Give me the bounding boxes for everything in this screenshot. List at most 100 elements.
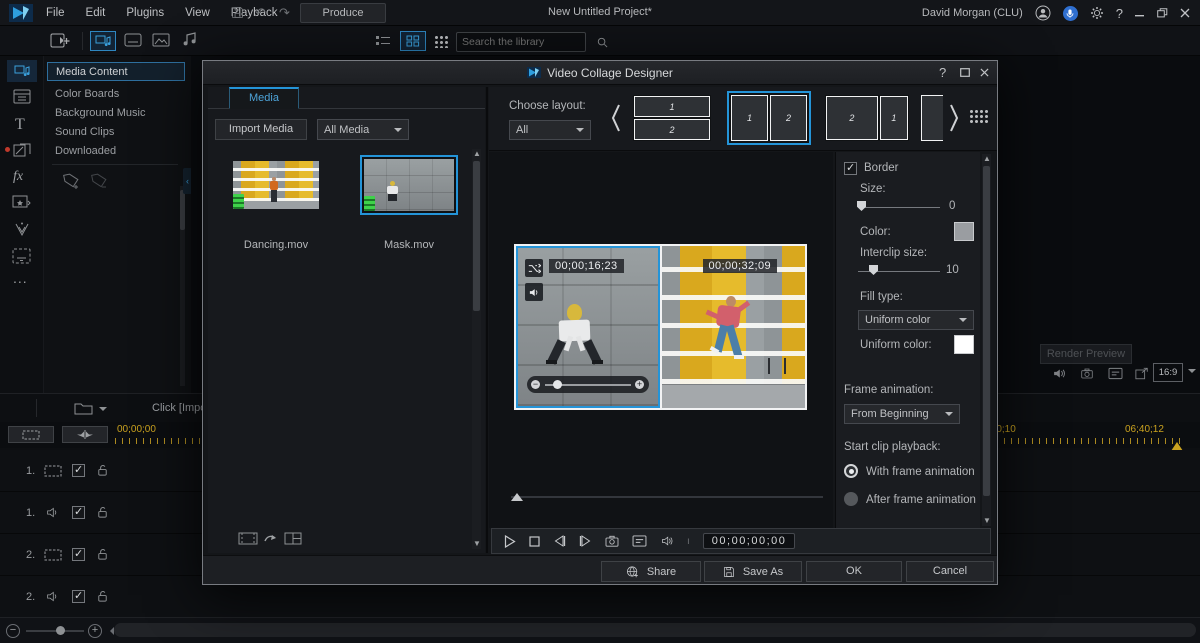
user-name[interactable]: David Morgan (CLU) [922,7,1023,19]
layout-thumb-rows[interactable]: 1 2 [633,95,711,141]
layout-scroll-right-icon[interactable] [947,101,961,135]
layout-thumb-partial[interactable] [921,95,943,141]
produce-button[interactable]: Produce [300,3,386,23]
list-view-icon[interactable] [376,35,391,47]
track-enable-checkbox[interactable] [72,590,85,603]
track-manager-button[interactable] [8,426,54,443]
sidebar-scrollbar[interactable] [180,186,185,386]
menu-plugins[interactable]: Plugins [126,7,164,19]
media-thumb-dancing[interactable] [233,161,319,209]
sort-grid-icon[interactable] [434,35,448,48]
track-lock-icon[interactable] [96,505,109,519]
layout-thumb-wide-left[interactable]: 2 1 [825,95,909,141]
library-search-box[interactable] [456,32,586,52]
layout-grid-view-icon[interactable] [969,109,988,124]
save-icon[interactable] [231,6,244,19]
share-button[interactable]: Share [601,561,701,582]
settings-gear-icon[interactable] [1090,6,1104,20]
notification-badge[interactable] [1063,6,1078,21]
border-size-slider[interactable] [858,207,940,208]
dialog-title-bar[interactable]: Video Collage Designer [203,61,997,85]
cancel-button[interactable]: Cancel [906,561,994,582]
search-icon[interactable] [597,37,608,48]
timeline-zoom-track[interactable] [26,630,84,632]
frame-animation-dropdown[interactable]: From Beginning [844,404,960,424]
window-minimize-button[interactable] [1135,8,1145,18]
layout-thumb-two-columns-selected[interactable]: 1 2 [727,91,811,145]
border-checkbox[interactable] [844,162,857,175]
snap-toggle-button[interactable] [62,426,108,443]
dialog-close-button[interactable] [980,68,989,77]
timeline-scrollbar[interactable] [114,623,1196,637]
aspect-ratio-selector[interactable]: 16:9 [1153,363,1183,382]
rail-boards-icon[interactable] [13,89,31,104]
search-input[interactable] [462,36,597,48]
timeline-folder-icon[interactable] [74,401,93,415]
timeline-playhead[interactable] [1171,436,1183,451]
media-filter-dropdown[interactable]: All Media [317,119,409,140]
timeline-zoom-in-button[interactable]: + [88,624,102,638]
rail-particle-icon[interactable] [14,222,30,237]
next-frame-button[interactable] [579,535,592,547]
layout-filter-dropdown[interactable]: All [509,120,591,140]
layout-scroll-left-icon[interactable] [609,101,623,135]
settings-scrollbar[interactable]: ▲ ▼ [982,154,991,526]
sidebar-item-media-content[interactable]: Media Content [47,62,185,81]
stop-button[interactable] [529,536,540,547]
sidebar-item-downloaded[interactable]: Downloaded [55,145,116,157]
add-tag-icon[interactable] [62,172,82,190]
menu-edit[interactable]: Edit [86,7,106,19]
remove-tag-icon[interactable] [90,172,110,190]
player-info-icon[interactable] [1108,367,1123,380]
ok-button[interactable]: OK [806,561,902,582]
rail-media-icon[interactable] [7,60,37,82]
media-thumb-mask[interactable] [360,155,458,215]
play-button[interactable] [504,535,516,548]
menu-view[interactable]: View [185,7,210,19]
media-room-tab[interactable] [90,31,116,51]
sidebar-item-color-boards[interactable]: Color Boards [55,88,119,100]
dialog-help-icon[interactable] [939,65,946,80]
dialog-maximize-button[interactable] [960,68,970,77]
grid-view-button[interactable] [400,31,426,51]
track-lock-icon[interactable] [96,547,109,561]
aspect-caret-icon[interactable] [1188,369,1196,377]
interclip-size-handle[interactable] [869,265,878,275]
player-snapshot-icon[interactable] [1080,367,1094,380]
rail-pip-icon[interactable] [12,195,31,210]
save-as-button[interactable]: Save As [704,561,802,582]
rail-fx-icon[interactable]: fx [13,169,23,185]
window-close-button[interactable] [1180,8,1190,18]
redo-icon[interactable]: ↷ [279,6,290,19]
display-options-button[interactable] [632,535,647,547]
timeline-zoom-handle[interactable] [56,626,65,635]
track-enable-checkbox[interactable] [72,548,85,561]
rail-subtitle-icon[interactable] [12,248,31,264]
timeline-folder-caret[interactable] [99,407,107,415]
border-color-swatch[interactable] [954,222,974,241]
title-room-icon[interactable] [124,33,142,47]
uniform-color-swatch[interactable] [954,335,974,354]
previous-frame-button[interactable] [553,535,566,547]
border-size-handle[interactable] [857,201,866,211]
rail-title-icon[interactable]: T [15,116,25,134]
photo-room-icon[interactable] [152,33,170,47]
menu-file[interactable]: File [46,7,65,19]
rail-more-icon[interactable]: ... [13,270,28,286]
music-room-icon[interactable] [182,32,198,47]
track-lock-icon[interactable] [96,589,109,603]
collage-clip-dancing[interactable]: 00;00;32;09 [662,246,806,408]
rail-transition-icon[interactable] [13,143,31,158]
radio-with-frame-animation[interactable] [844,464,858,478]
radio-after-frame-animation[interactable] [844,492,858,506]
track-enable-checkbox[interactable] [72,464,85,477]
player-undock-icon[interactable] [1135,367,1149,380]
sidebar-item-sound-clips[interactable]: Sound Clips [55,126,114,138]
fill-type-dropdown[interactable]: Uniform color [858,310,974,330]
track-enable-checkbox[interactable] [72,506,85,519]
snapshot-button[interactable] [605,535,619,547]
sidebar-item-background-music[interactable]: Background Music [55,107,146,119]
player-mute-icon[interactable] [1052,367,1066,380]
insert-into-collage-control[interactable] [238,532,302,545]
collage-clip-mask[interactable]: 00;00;16;23 − + [516,246,660,408]
